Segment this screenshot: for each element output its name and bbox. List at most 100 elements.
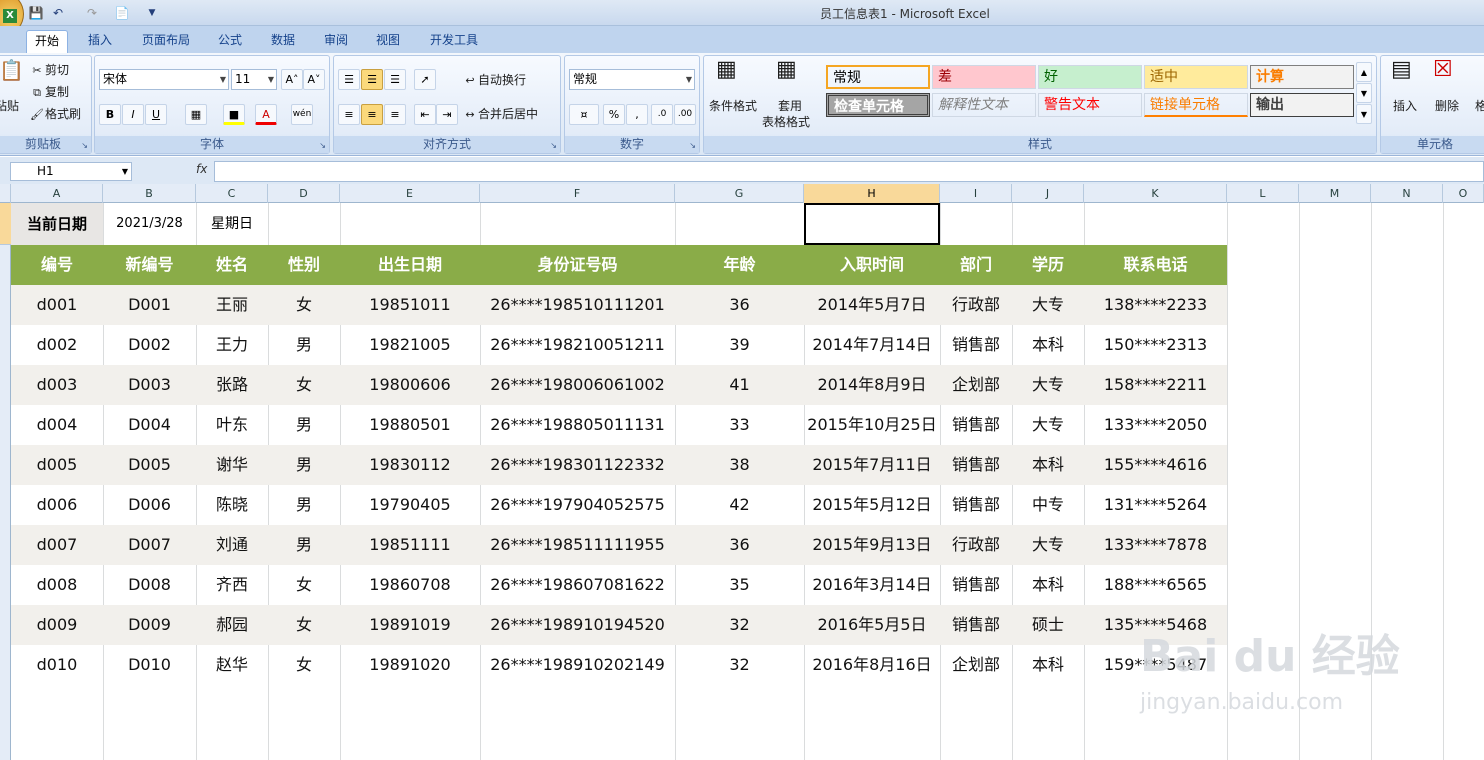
- cell-id[interactable]: d002: [11, 325, 103, 365]
- cell-id-number[interactable]: 26****198511111955: [480, 525, 675, 565]
- cell-new-id[interactable]: D003: [103, 365, 196, 405]
- dialog-launcher-icon[interactable]: ↘: [689, 141, 696, 150]
- cell-birth-date[interactable]: 19851111: [340, 525, 480, 565]
- column-header-d[interactable]: D: [268, 184, 340, 203]
- cell-phone[interactable]: 133****2050: [1084, 405, 1227, 445]
- cell-new-id[interactable]: D006: [103, 485, 196, 525]
- cut-button[interactable]: ✂ 剪切: [29, 60, 69, 80]
- style-linked-cell[interactable]: 链接单元格: [1144, 93, 1248, 117]
- cell-new-id[interactable]: D008: [103, 565, 196, 605]
- wrap-text-button[interactable]: ↩ 自动换行: [462, 70, 526, 90]
- column-header-o[interactable]: O: [1443, 184, 1484, 203]
- print-preview-icon[interactable]: 📄: [114, 5, 130, 21]
- cell-gender[interactable]: 女: [268, 605, 340, 645]
- tab-review[interactable]: 审阅: [316, 30, 356, 53]
- cell-id-number[interactable]: 26****198006061002: [480, 365, 675, 405]
- cell-department[interactable]: 销售部: [940, 445, 1012, 485]
- cell-id-number[interactable]: 26****198910194520: [480, 605, 675, 645]
- cell-gender[interactable]: 男: [268, 485, 340, 525]
- font-size-combo[interactable]: 11 ▼: [231, 69, 277, 90]
- cell-education[interactable]: 大专: [1012, 365, 1084, 405]
- cell-name[interactable]: 刘通: [196, 525, 268, 565]
- dialog-launcher-icon[interactable]: ↘: [81, 141, 88, 150]
- formula-input[interactable]: [214, 161, 1484, 182]
- dialog-launcher-icon[interactable]: ↘: [319, 141, 326, 150]
- cell-department[interactable]: 销售部: [940, 565, 1012, 605]
- number-format-combo[interactable]: 常规 ▼: [569, 69, 695, 90]
- gallery-more-icon[interactable]: ▼: [1356, 104, 1372, 124]
- tab-formulas[interactable]: 公式: [210, 30, 250, 53]
- tab-page-layout[interactable]: 页面布局: [134, 30, 198, 53]
- tab-developer[interactable]: 开发工具: [422, 30, 486, 53]
- cell-phone[interactable]: 188****6565: [1084, 565, 1227, 605]
- cell-birth-date[interactable]: 19880501: [340, 405, 480, 445]
- cell-id-number[interactable]: 26****198607081622: [480, 565, 675, 605]
- cell-age[interactable]: 33: [675, 405, 804, 445]
- current-date-value[interactable]: 2021/3/28: [103, 203, 196, 245]
- insert-cells-icon[interactable]: ▤: [1391, 59, 1421, 90]
- cell-birth-date[interactable]: 19790405: [340, 485, 480, 525]
- cell-hire-date[interactable]: 2016年5月5日: [804, 605, 940, 645]
- underline-button[interactable]: U: [145, 104, 167, 125]
- delete-cells-icon[interactable]: ☒: [1433, 59, 1463, 90]
- align-center-icon[interactable]: ≡: [361, 104, 383, 125]
- merge-center-button[interactable]: ↔ 合并后居中: [462, 104, 538, 124]
- header-new-id[interactable]: 新编号: [103, 245, 196, 285]
- cell-education[interactable]: 大专: [1012, 405, 1084, 445]
- cell-education[interactable]: 中专: [1012, 485, 1084, 525]
- cell-birth-date[interactable]: 19821005: [340, 325, 480, 365]
- italic-button[interactable]: I: [122, 104, 144, 125]
- cell-name[interactable]: 陈晓: [196, 485, 268, 525]
- cell-education[interactable]: 本科: [1012, 565, 1084, 605]
- cell-gender[interactable]: 女: [268, 565, 340, 605]
- shrink-font-button[interactable]: A˅: [303, 69, 325, 90]
- cell-department[interactable]: 行政部: [940, 285, 1012, 325]
- font-color-icon[interactable]: A: [255, 104, 277, 125]
- header-age[interactable]: 年龄: [675, 245, 804, 285]
- cell-new-id[interactable]: D010: [103, 645, 196, 685]
- style-calculation[interactable]: 计算: [1250, 65, 1354, 89]
- cell-phone[interactable]: 158****2211: [1084, 365, 1227, 405]
- style-neutral[interactable]: 适中: [1144, 65, 1248, 89]
- cell-gender[interactable]: 男: [268, 525, 340, 565]
- format-button[interactable]: 格: [1475, 96, 1484, 116]
- cell-new-id[interactable]: D007: [103, 525, 196, 565]
- cell-age[interactable]: 42: [675, 485, 804, 525]
- cell-gender[interactable]: 男: [268, 325, 340, 365]
- cell-new-id[interactable]: D009: [103, 605, 196, 645]
- cell-education[interactable]: 本科: [1012, 445, 1084, 485]
- gallery-down-icon[interactable]: ▼: [1356, 83, 1372, 103]
- column-header-l[interactable]: L: [1227, 184, 1299, 203]
- gallery-up-icon[interactable]: ▲: [1356, 62, 1372, 82]
- column-header-e[interactable]: E: [340, 184, 480, 203]
- font-name-combo[interactable]: 宋体 ▼: [99, 69, 229, 90]
- cell-birth-date[interactable]: 19830112: [340, 445, 480, 485]
- cell-age[interactable]: 36: [675, 285, 804, 325]
- cell-phone[interactable]: 131****5264: [1084, 485, 1227, 525]
- cell-birth-date[interactable]: 19800606: [340, 365, 480, 405]
- format-painter-button[interactable]: 🖌格式刷: [29, 104, 81, 124]
- cell-id[interactable]: d001: [11, 285, 103, 325]
- tab-home[interactable]: 开始: [26, 30, 69, 53]
- header-gender[interactable]: 性别: [268, 245, 340, 285]
- bold-button[interactable]: B: [99, 104, 121, 125]
- undo-icon[interactable]: ↶: [50, 5, 66, 21]
- insert-button[interactable]: 插入: [1393, 96, 1417, 116]
- cell-age[interactable]: 32: [675, 645, 804, 685]
- dialog-launcher-icon[interactable]: ↘: [550, 141, 557, 150]
- cell-id-number[interactable]: 26****198210051211: [480, 325, 675, 365]
- cell-education[interactable]: 本科: [1012, 645, 1084, 685]
- cell-name[interactable]: 叶东: [196, 405, 268, 445]
- align-left-icon[interactable]: ≡: [338, 104, 360, 125]
- fx-icon[interactable]: fx: [196, 162, 207, 176]
- cell-hire-date[interactable]: 2015年9月13日: [804, 525, 940, 565]
- cell-department[interactable]: 销售部: [940, 485, 1012, 525]
- delete-button[interactable]: 删除: [1435, 96, 1459, 116]
- comma-button[interactable]: ,: [626, 104, 648, 125]
- cell-id[interactable]: d010: [11, 645, 103, 685]
- orientation-icon[interactable]: ➚: [414, 69, 436, 90]
- tab-view[interactable]: 视图: [368, 30, 408, 53]
- cell-name[interactable]: 齐西: [196, 565, 268, 605]
- cell-gender[interactable]: 男: [268, 405, 340, 445]
- column-header-m[interactable]: M: [1299, 184, 1371, 203]
